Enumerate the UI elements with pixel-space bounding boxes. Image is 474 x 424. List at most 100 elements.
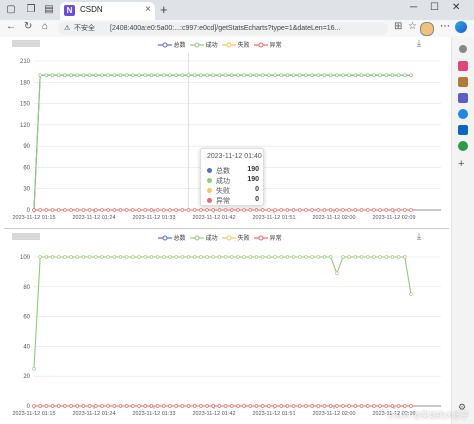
add-sidebar-icon[interactable]: + bbox=[458, 159, 468, 170]
workspaces-icon[interactable]: ❐ bbox=[24, 3, 38, 17]
data-point bbox=[137, 404, 141, 408]
data-point bbox=[291, 73, 296, 77]
data-point bbox=[267, 404, 271, 408]
data-point bbox=[217, 255, 222, 259]
data-point bbox=[69, 404, 73, 408]
url-text: [2408:400a:e0:5a00:...:c997:e0cd]/getSta… bbox=[110, 25, 341, 32]
tooltip-value: 190 bbox=[247, 166, 259, 173]
x-tick-label: 2023-11-12 01:15 bbox=[12, 215, 55, 221]
data-point bbox=[94, 404, 98, 408]
outlook-icon[interactable] bbox=[458, 125, 468, 135]
data-point bbox=[63, 73, 67, 77]
data-point bbox=[75, 404, 79, 408]
maximize-icon[interactable]: ☐ bbox=[430, 2, 439, 13]
data-point bbox=[291, 208, 296, 212]
tree-icon[interactable] bbox=[458, 141, 468, 151]
chart-success-rate: 0 20 40 60 80 100 2023-11-12 01:15 2023-11-12 0… bbox=[12, 255, 441, 417]
data-point bbox=[205, 255, 209, 259]
data-point bbox=[81, 404, 86, 408]
briefcase-icon[interactable] bbox=[458, 77, 468, 87]
data-point bbox=[186, 255, 191, 259]
data-point bbox=[254, 208, 259, 212]
data-point bbox=[131, 73, 135, 77]
data-point bbox=[236, 404, 240, 408]
data-point bbox=[322, 208, 327, 212]
close-window-icon[interactable]: ✕ bbox=[452, 2, 460, 13]
data-point bbox=[310, 404, 314, 408]
total-dot-icon bbox=[207, 168, 212, 173]
data-point bbox=[69, 208, 73, 212]
home-icon[interactable]: ⌂ bbox=[42, 21, 48, 32]
data-point bbox=[100, 255, 104, 259]
data-point bbox=[192, 73, 197, 77]
microsoft365-icon[interactable] bbox=[458, 109, 468, 119]
favorites-icon[interactable]: ☆ bbox=[408, 21, 417, 32]
data-point bbox=[378, 73, 382, 77]
charts-svg: 0 30 60 90 120 150 180 210 2023-11-12 01:15 2023-… bbox=[12, 53, 441, 417]
data-point bbox=[199, 73, 203, 77]
series-line bbox=[33, 256, 412, 369]
data-point bbox=[230, 404, 234, 408]
data-point bbox=[125, 255, 129, 259]
data-point bbox=[211, 255, 215, 259]
data-point bbox=[94, 73, 98, 77]
data-point bbox=[87, 404, 92, 408]
x-tick-label: 2023-11-12 01:24 bbox=[72, 215, 115, 221]
close-tab-icon[interactable]: × bbox=[145, 4, 151, 15]
data-point bbox=[162, 255, 166, 259]
data-point bbox=[38, 73, 42, 77]
data-point bbox=[341, 404, 345, 408]
x-tick-label: 2023-11-12 02:00 bbox=[312, 215, 355, 221]
url-field[interactable]: ⚠ 不安全 [2408:400a:e0:5a00:...:c997:e0cd]/… bbox=[58, 22, 388, 35]
y-tick-label: 0 bbox=[27, 208, 31, 214]
split-screen-icon[interactable]: ⊞ bbox=[394, 21, 402, 32]
data-point bbox=[162, 73, 166, 77]
data-point bbox=[285, 404, 290, 408]
y-tick-label: 150 bbox=[20, 102, 31, 108]
x-tick-label: 2023-11-12 01:42 bbox=[192, 215, 235, 221]
data-point bbox=[69, 255, 73, 259]
tag-icon[interactable] bbox=[458, 61, 468, 71]
y-tick-label: 180 bbox=[20, 80, 31, 86]
data-point bbox=[236, 73, 240, 77]
y-tick-label: 30 bbox=[23, 187, 30, 193]
x-tick-label: 2023-11-12 01:42 bbox=[192, 411, 235, 417]
chess-icon[interactable] bbox=[458, 93, 468, 103]
new-tab-button[interactable]: + bbox=[160, 2, 168, 17]
tooltip-name: 成功 bbox=[216, 178, 230, 185]
data-point bbox=[125, 73, 129, 77]
search-icon[interactable] bbox=[459, 45, 467, 53]
data-point bbox=[409, 292, 413, 296]
data-point bbox=[57, 255, 61, 259]
data-point bbox=[87, 208, 92, 212]
data-point bbox=[211, 208, 215, 212]
data-point bbox=[63, 208, 67, 212]
refresh-icon[interactable]: ↻ bbox=[24, 21, 32, 32]
x-tick-label: 2023-11-12 01:33 bbox=[132, 411, 175, 417]
minimize-icon[interactable]: ─ bbox=[410, 2, 417, 13]
x-tick-label: 2023-11-12 01:24 bbox=[72, 411, 115, 417]
data-point bbox=[279, 208, 283, 212]
data-point bbox=[378, 208, 382, 212]
tooltip-value: 0 bbox=[255, 196, 259, 203]
tab-actions-icon[interactable]: ▤ bbox=[42, 3, 56, 17]
data-point bbox=[211, 73, 215, 77]
data-point bbox=[372, 73, 376, 77]
data-point bbox=[131, 208, 135, 212]
data-point bbox=[236, 255, 240, 259]
back-icon[interactable]: ← bbox=[6, 21, 16, 32]
copilot-icon[interactable] bbox=[455, 21, 467, 33]
data-point bbox=[273, 208, 277, 212]
data-point bbox=[205, 404, 209, 408]
data-point bbox=[359, 404, 364, 408]
avatar[interactable] bbox=[420, 22, 434, 36]
more-menu-icon[interactable]: ⋯ bbox=[440, 21, 450, 32]
tab-csdn[interactable]: N CSDN × bbox=[60, 2, 155, 20]
data-point bbox=[390, 208, 395, 212]
data-point bbox=[50, 208, 55, 212]
data-point bbox=[223, 404, 228, 408]
data-point bbox=[236, 208, 240, 212]
warning-icon: ⚠ bbox=[64, 25, 71, 32]
data-point bbox=[279, 255, 283, 259]
profile-icon[interactable]: ▢ bbox=[4, 3, 18, 17]
